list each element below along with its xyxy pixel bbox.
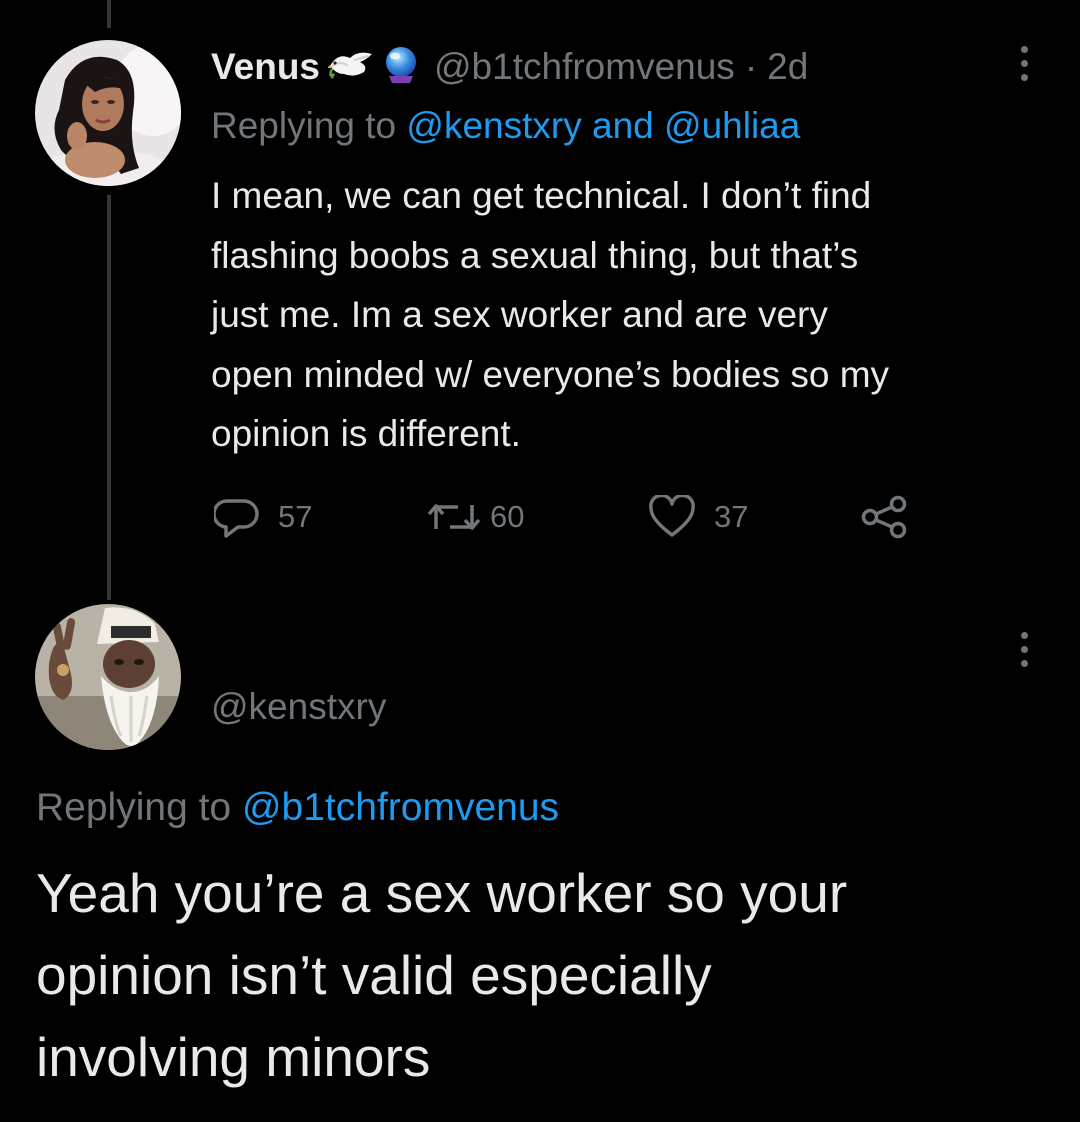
dove-emoji <box>327 48 374 87</box>
tweet-text-line: just me. Im a sex worker and are very <box>211 294 828 335</box>
share-button[interactable] <box>860 494 910 540</box>
replying-to-label: Replying to <box>36 786 232 829</box>
like-button[interactable]: 37 <box>648 494 748 540</box>
avatar[interactable] <box>35 604 181 750</box>
more-options-icon[interactable] <box>1018 632 1030 667</box>
display-name[interactable]: Venus <box>211 46 320 88</box>
tweet-header: Venus @b1tchfromvenus · 2d <box>211 40 808 94</box>
thread-line-top <box>107 0 111 28</box>
avatar[interactable] <box>35 40 181 186</box>
retweet-icon <box>427 504 481 530</box>
reply-button[interactable]: 57 <box>214 494 312 540</box>
timestamp[interactable]: 2d <box>767 46 808 88</box>
reply-count: 57 <box>278 499 313 534</box>
mention-link[interactable]: @b1tchfromvenus <box>242 786 559 829</box>
crystal-ball-emoji <box>382 46 420 89</box>
tweet-text: I mean, we can get technical. I don’t fi… <box>211 166 1051 464</box>
thread-line <box>107 195 111 600</box>
retweet-count: 60 <box>490 499 525 534</box>
share-icon <box>861 495 907 539</box>
replying-to-label: Replying to <box>211 105 397 146</box>
tweet-text-line: opinion is different. <box>211 413 521 454</box>
tweet-text-line: flashing boobs a sexual thing, but that’… <box>211 234 859 276</box>
handle[interactable]: @b1tchfromvenus <box>434 46 735 88</box>
tweet-text-line: involving minors <box>36 1026 431 1088</box>
mention-link[interactable]: @kenstxry <box>406 105 581 146</box>
heart-icon <box>649 495 695 537</box>
tweet-text-line: open minded w/ everyone’s bodies so my <box>211 353 890 395</box>
more-options-icon[interactable] <box>1018 46 1030 81</box>
handle[interactable]: @kenstxry <box>211 686 386 728</box>
tweet-text-line: Yeah you’re a sex worker so your <box>36 862 848 924</box>
like-count: 37 <box>714 499 749 534</box>
replying-to: Replying to @kenstxry and @uhliaa <box>211 105 800 147</box>
replying-and[interactable]: and <box>592 105 654 146</box>
tweet-text-line: I mean, we can get technical. I don’t fi… <box>211 175 872 216</box>
tweet-text-line: opinion isn’t valid especially <box>36 944 712 1006</box>
tweet-text: Yeah you’re a sex worker so your opinion… <box>36 852 1056 1098</box>
replying-to: Replying to @b1tchfromvenus <box>36 786 559 830</box>
reply-icon <box>214 499 259 538</box>
retweet-button[interactable]: 60 <box>426 494 524 540</box>
mention-link[interactable]: @uhliaa <box>664 105 800 146</box>
separator-dot: · <box>744 46 758 87</box>
